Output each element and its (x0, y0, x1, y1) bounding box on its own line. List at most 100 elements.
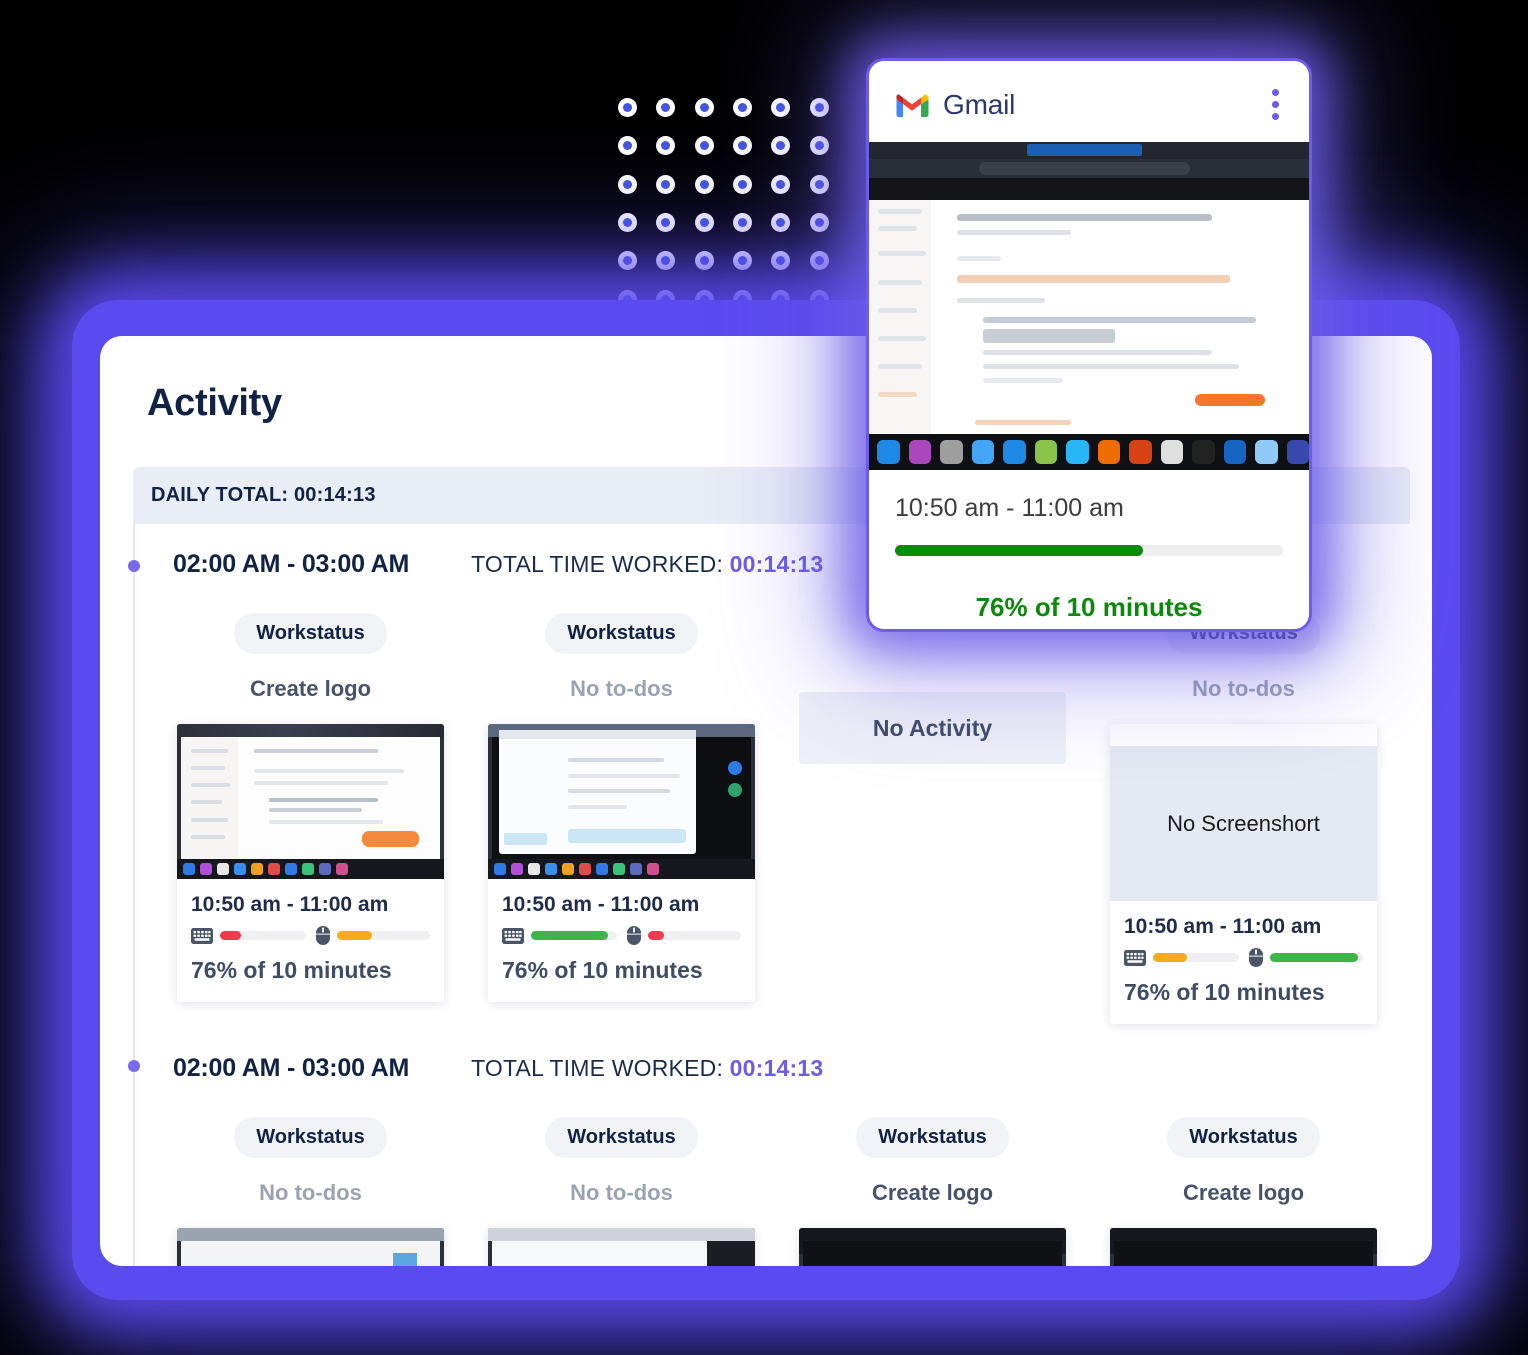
card-percent-label: 76% of 10 minutes (1124, 979, 1325, 1005)
screenshot-meta: 10:50 am - 11:00 am 76% of 10 minutes (1110, 901, 1377, 1024)
todo-label: No to-dos (259, 1180, 362, 1205)
total-worked-label: TOTAL TIME WORKED: (471, 1055, 724, 1081)
screenshot-card[interactable] (1110, 1228, 1377, 1266)
total-worked-label: TOTAL TIME WORKED: (471, 551, 724, 577)
screenshot-thumbnail[interactable] (177, 724, 444, 879)
activity-card[interactable]: Workstatus No to-dos (488, 613, 755, 1024)
dot-grid-decoration (618, 98, 848, 328)
grid-dot (732, 174, 771, 213)
keyboard-icon (1124, 949, 1146, 966)
keyboard-track (1153, 953, 1239, 962)
kebab-menu-icon[interactable] (1268, 85, 1283, 124)
no-screenshot-placeholder: No Screenshort (1110, 746, 1377, 901)
keyboard-fill (531, 931, 608, 940)
grid-dot (771, 136, 809, 174)
session-cards-row: Workstatus No to-dos Workstatus No to-do… (155, 1083, 1410, 1266)
mouse-activity (626, 926, 741, 945)
gmail-logo-icon (896, 94, 929, 117)
screenshot-card[interactable]: 10:50 am - 11:00 am 76% of 10 minutes (177, 724, 444, 1002)
activity-card[interactable]: Workstatus Create logo (1110, 1117, 1377, 1266)
card-time-range: 10:50 am - 11:00 am (502, 893, 700, 916)
mouse-track (336, 931, 430, 940)
screenshot-card[interactable]: 10:50 am - 11:00 am 76% of 10 minutes (488, 724, 755, 1002)
session-total-worked: TOTAL TIME WORKED: 00:14:13 (471, 1055, 823, 1082)
mouse-icon (315, 926, 330, 945)
activity-card: No Activity (799, 613, 1066, 1024)
gmail-progress-fill (895, 545, 1144, 556)
todo-label: No to-dos (1192, 676, 1295, 701)
activity-card[interactable]: Workstatus Create logo (799, 1117, 1066, 1266)
mouse-fill (647, 931, 665, 940)
keyboard-fill (220, 931, 242, 940)
grid-dot (618, 212, 656, 251)
gmail-app-name: Gmail (943, 88, 1016, 120)
card-percent-label: 76% of 10 minutes (502, 957, 703, 983)
activity-card[interactable]: Workstatus No to-dos (177, 1117, 444, 1266)
screenshot-thumbnail[interactable] (488, 724, 755, 879)
screenshot-thumbnail[interactable] (177, 1228, 444, 1266)
grid-dot (656, 174, 694, 213)
grid-dot (771, 251, 809, 289)
mouse-activity (1248, 948, 1363, 967)
screenshot-card[interactable] (177, 1228, 444, 1266)
screenshot-thumbnail[interactable] (488, 1228, 755, 1266)
screenshot-card[interactable] (488, 1228, 755, 1266)
mouse-icon (1248, 948, 1263, 967)
activity-card[interactable]: Workstatus No to-dos (488, 1117, 755, 1266)
workstatus-pill[interactable]: Workstatus (1167, 1117, 1320, 1158)
gmail-popup-card[interactable]: Gmail 10:50 am - 11:00 am 76% of 10 minu… (866, 58, 1312, 632)
gmail-percent-label: 76% of 10 minutes (975, 592, 1203, 622)
todo-label: Create logo (871, 1180, 994, 1205)
gmail-popup-header: Gmail (869, 61, 1309, 142)
workstatus-pill[interactable]: Workstatus (234, 613, 387, 654)
no-activity-placeholder: No Activity (799, 692, 1066, 764)
grid-dot (771, 174, 809, 213)
keyboard-icon (191, 927, 213, 944)
grid-dot (732, 98, 771, 136)
keyboard-activity (502, 927, 617, 944)
grid-dot (656, 212, 694, 251)
gmail-time-range: 10:50 am - 11:00 am (895, 494, 1124, 522)
screenshot-thumbnail[interactable] (799, 1228, 1066, 1266)
gmail-brand: Gmail (895, 89, 1015, 121)
keyboard-track (531, 931, 617, 940)
workstatus-pill[interactable]: Workstatus (856, 1117, 1009, 1158)
screenshot-card[interactable] (799, 1228, 1066, 1266)
total-worked-value: 00:14:13 (729, 1055, 824, 1081)
todo-label: Create logo (1182, 1180, 1305, 1205)
grid-dot (618, 136, 656, 174)
card-time-range: 10:50 am - 11:00 am (1124, 915, 1322, 938)
todo-label: No to-dos (570, 676, 673, 701)
workstatus-pill[interactable]: Workstatus (234, 1117, 387, 1158)
keyboard-activity (1124, 949, 1239, 966)
todo-label: Create logo (249, 676, 372, 701)
gmail-screenshot-thumbnail[interactable] (869, 142, 1309, 470)
grid-dot (732, 212, 771, 251)
workstatus-pill[interactable]: Workstatus (545, 613, 698, 654)
activity-bars (191, 926, 430, 945)
keyboard-fill (1153, 953, 1188, 962)
activity-bars (1124, 948, 1363, 967)
screenshot-meta: 10:50 am - 11:00 am 76% of 10 minutes (177, 879, 444, 1002)
mouse-activity (315, 926, 430, 945)
keyboard-icon (502, 927, 524, 944)
mouse-fill (1269, 953, 1359, 962)
card-time-range: 10:50 am - 11:00 am (191, 893, 389, 916)
mouse-icon (626, 926, 641, 945)
grid-dot (732, 136, 771, 174)
grid-dot (809, 212, 848, 251)
grid-dot (618, 98, 656, 136)
grid-dot (656, 251, 694, 289)
screenshot-thumbnail[interactable] (1110, 1228, 1377, 1266)
grid-dot (694, 98, 733, 136)
workstatus-pill[interactable]: Workstatus (545, 1117, 698, 1158)
session-cards-row: Workstatus Create logo 10:50 am - 11:00 … (155, 579, 1410, 1024)
activity-card[interactable]: Workstatus No to-dos No Screenshort 10:5… (1110, 613, 1377, 1024)
gmail-popup-footer: 10:50 am - 11:00 am 76% of 10 minutes (869, 470, 1309, 623)
grid-dot (809, 174, 848, 213)
grid-dot (694, 136, 733, 174)
activity-bars (502, 926, 741, 945)
activity-card[interactable]: Workstatus Create logo (177, 613, 444, 1024)
screenshot-card[interactable]: No Screenshort 10:50 am - 11:00 am 76% o… (1110, 724, 1377, 1024)
grid-dot (656, 98, 694, 136)
